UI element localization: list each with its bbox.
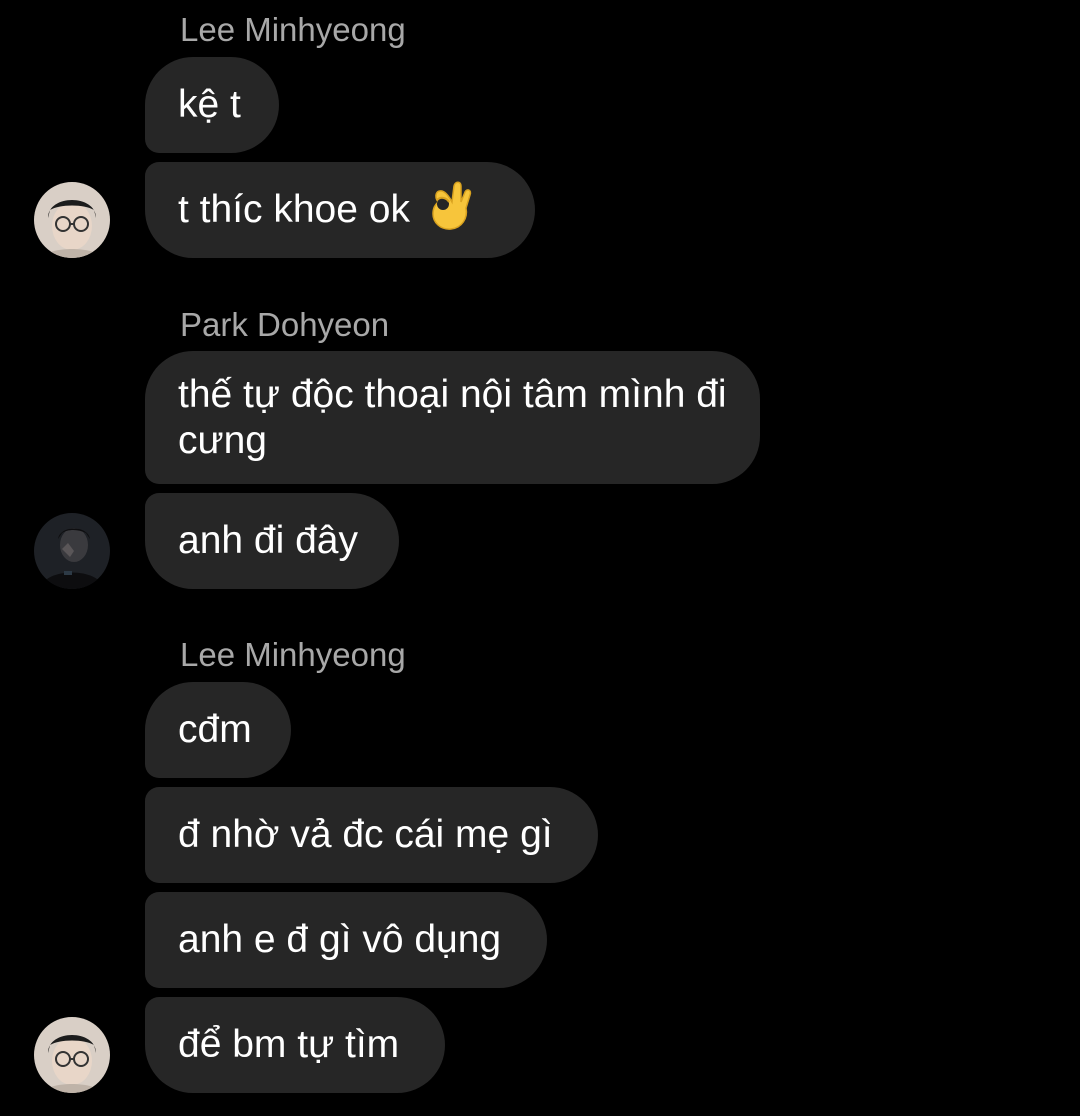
message-bubble[interactable]: cđm bbox=[145, 682, 291, 778]
message-bubble[interactable]: để bm tự tìm bbox=[145, 997, 445, 1093]
message-text: cđm bbox=[178, 708, 252, 751]
ok-hand-emoji bbox=[424, 178, 474, 243]
message-bubble[interactable]: đ nhờ vả đc cái mẹ gì bbox=[145, 787, 598, 883]
message-bubble[interactable]: t thíc khoe ok bbox=[145, 162, 535, 258]
message-text: để bm tự tìm bbox=[178, 1023, 400, 1066]
message-bubble[interactable]: anh e đ gì vô dụng bbox=[145, 892, 547, 988]
message-bubble[interactable]: kệ t bbox=[145, 57, 279, 153]
avatar[interactable] bbox=[34, 1017, 110, 1093]
sender-name: Lee Minhyeong bbox=[180, 636, 406, 673]
avatar[interactable] bbox=[34, 182, 110, 258]
profile-avatar-lee-minhyeong-icon bbox=[34, 182, 110, 258]
message-bubble[interactable]: anh đi đây bbox=[145, 493, 399, 589]
message-text: anh đi đây bbox=[178, 519, 358, 562]
message-text: đ nhờ vả đc cái mẹ gì bbox=[178, 813, 553, 856]
message-bubble[interactable]: thế tự độc thoại nội tâm mình đi cưng bbox=[145, 351, 760, 484]
sender-name: Lee Minhyeong bbox=[180, 11, 406, 48]
avatar[interactable] bbox=[34, 513, 110, 589]
message-text: anh e đ gì vô dụng bbox=[178, 918, 502, 961]
message-text: thế tự độc thoại nội tâm mình đi cưng bbox=[178, 372, 727, 462]
message-text: kệ t bbox=[178, 83, 241, 126]
profile-avatar-lee-minhyeong-icon bbox=[34, 1017, 110, 1093]
sender-name: Park Dohyeon bbox=[180, 306, 390, 343]
message-text: t thíc khoe ok bbox=[178, 188, 410, 231]
profile-avatar-park-dohyeon-icon bbox=[34, 513, 110, 589]
